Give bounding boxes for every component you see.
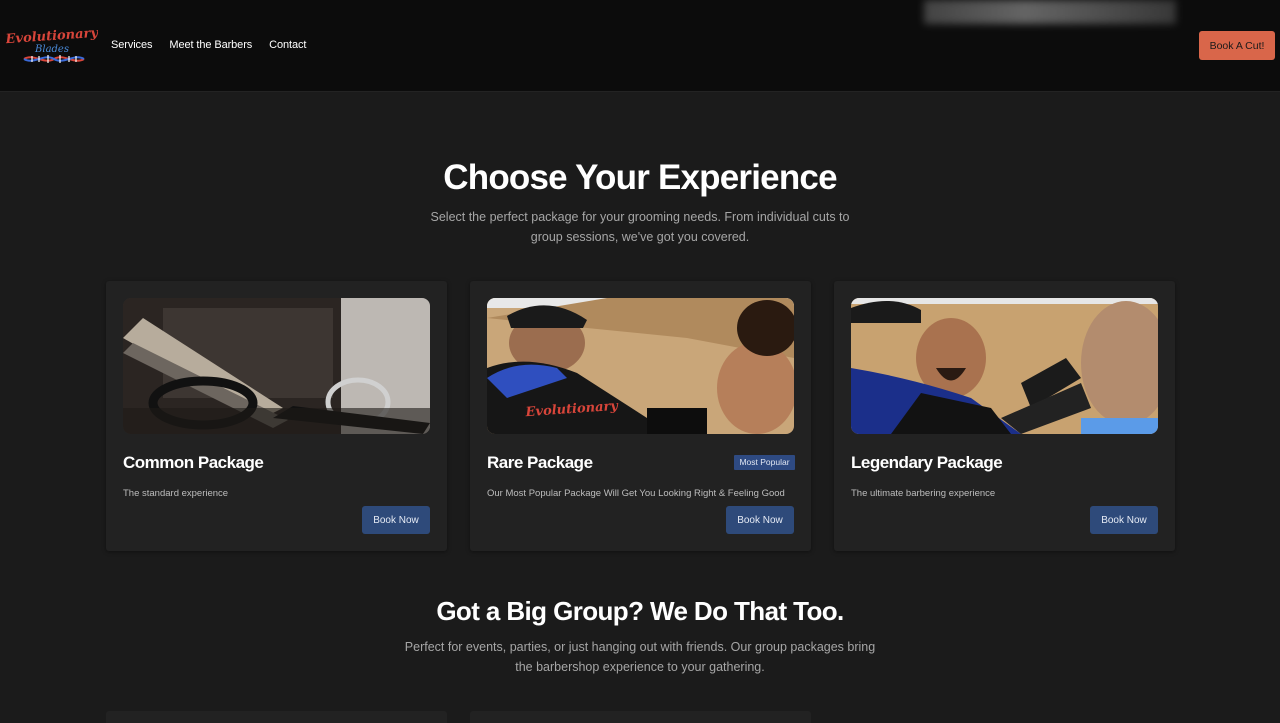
group-package-cards xyxy=(106,711,811,723)
package-card-rare: Evolutionary Rare Package Most Popular O… xyxy=(470,281,811,551)
nav-contact[interactable]: Contact xyxy=(269,39,306,51)
scissors-photo xyxy=(123,298,430,434)
most-popular-badge: Most Popular xyxy=(734,455,795,470)
group-card xyxy=(106,711,447,723)
site-header: Evolutionary Blades Services Meet the Ba… xyxy=(0,0,1280,92)
logo-dna-icon xyxy=(23,55,85,63)
group-title: Got a Big Group? We Do That Too. xyxy=(436,596,844,626)
package-card-common: Common Package The standard experience B… xyxy=(106,281,447,551)
package-title: Legendary Package xyxy=(851,453,1003,472)
package-description: Our Most Popular Package Will Get You Lo… xyxy=(487,488,785,499)
header-background-image xyxy=(924,0,1176,24)
barber-trimming-photo xyxy=(851,298,1158,434)
experience-title: Choose Your Experience xyxy=(443,158,837,197)
nav-services[interactable]: Services xyxy=(111,39,152,51)
package-description: The standard experience xyxy=(123,488,229,499)
package-title: Rare Package xyxy=(487,453,593,472)
book-now-button[interactable]: Book Now xyxy=(1090,506,1158,534)
evolutionary-blades-logo[interactable]: Evolutionary Blades xyxy=(6,22,98,70)
group-subtitle: Perfect for events, parties, or just han… xyxy=(404,640,876,674)
nav-meet-the-barbers[interactable]: Meet the Barbers xyxy=(169,39,252,51)
book-a-cut-button[interactable]: Book A Cut! xyxy=(1199,31,1275,60)
group-card xyxy=(470,711,811,723)
package-card-legendary: Legendary Package The ultimate barbering… xyxy=(834,281,1175,551)
book-now-button[interactable]: Book Now xyxy=(726,506,794,534)
main-nav: Services Meet the Barbers Contact xyxy=(111,39,306,51)
package-title: Common Package xyxy=(123,453,264,472)
barber-cutting-hair-photo: Evolutionary xyxy=(487,298,794,434)
book-now-button[interactable]: Book Now xyxy=(362,506,430,534)
logo-text-line2: Blades xyxy=(34,44,69,55)
experience-subtitle: Select the perfect package for your groo… xyxy=(430,210,850,244)
package-description: The ultimate barbering experience xyxy=(851,488,996,499)
package-cards: Common Package The standard experience B… xyxy=(106,281,1175,551)
